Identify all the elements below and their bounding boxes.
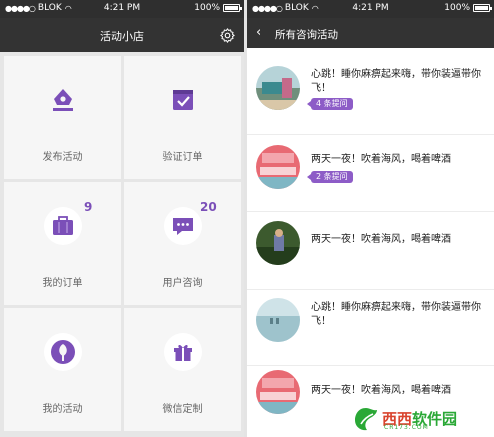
gift-icon	[173, 344, 192, 361]
battery-percent: 100%	[194, 3, 220, 13]
consult-count-badge: 20	[200, 200, 217, 214]
tile-publish-activity[interactable]: 发布活动	[4, 56, 121, 179]
leaf-logo-icon	[355, 407, 377, 430]
avatar	[256, 370, 300, 414]
list-item[interactable]: 两天一夜！吹着海风，喝着啤酒	[247, 215, 494, 291]
consult-list: 心跳！睡你麻痹起来嗨，带你装逼带你飞！ 4 条提问 两天一夜！吹着海风，喝着啤酒…	[247, 48, 494, 437]
verify-order-icon	[172, 90, 193, 110]
message-text: 心跳！睡你麻痹起来嗨，带你装逼带你飞！	[311, 302, 481, 327]
watermark-url: CR173.COM	[384, 424, 429, 431]
menu-grid: 发布活动 验证订单 9 我的订单 20 用户咨询 我的活动 微信定制	[0, 52, 244, 437]
list-item[interactable]: 心跳！睡你麻痹起来嗨，带你装逼带你飞！ 4 条提问	[247, 58, 494, 134]
divider	[247, 365, 494, 366]
orders-count-badge: 9	[84, 200, 93, 214]
publish-icon	[52, 89, 73, 111]
nav-bar: ‹ 所有咨询活动	[247, 18, 494, 48]
message-text: 心跳！睡你麻痹起来嗨，带你装逼带你飞！	[311, 69, 481, 94]
avatar	[256, 66, 300, 110]
tile-verify-order[interactable]: 验证订单	[124, 56, 241, 179]
tile-label: 微信定制	[162, 404, 203, 415]
store-screen: ●●●●○ BLOK ◠ 4:21 PM 100% 活动小店 发布活动 验证订单…	[0, 0, 244, 437]
status-bar: ●●●●○ BLOK ◠ 4:21 PM 100%	[0, 0, 244, 18]
tile-my-activities[interactable]: 我的活动	[4, 308, 121, 431]
page-title: 活动小店	[100, 30, 144, 43]
tile-label: 用户咨询	[162, 278, 203, 289]
message-text: 两天一夜！吹着海风，喝着啤酒	[311, 385, 451, 396]
tile-user-consult[interactable]: 20 用户咨询	[124, 182, 241, 305]
message-text: 两天一夜！吹着海风，喝着啤酒	[311, 234, 451, 245]
tile-label: 发布活动	[42, 152, 83, 163]
avatar	[256, 145, 300, 189]
tile-wechat-custom[interactable]: 微信定制	[124, 308, 241, 431]
briefcase-icon	[52, 216, 73, 235]
site-watermark: 西西软件园 CR173.COM	[352, 400, 494, 437]
list-item[interactable]: 两天一夜！吹着海风，喝着啤酒 2 条提问	[247, 137, 494, 213]
battery-percent: 100%	[444, 3, 470, 13]
list-item[interactable]: 心跳！睡你麻痹起来嗨，带你装逼带你飞！	[247, 292, 494, 368]
question-count-badge: 2 条提问	[307, 171, 353, 183]
battery-icon	[223, 4, 242, 12]
message-text: 两天一夜！吹着海风，喝着啤酒	[311, 154, 451, 165]
nav-bar: 活动小店	[0, 18, 244, 52]
consult-screen: ●●●●○ BLOK ◠ 4:21 PM 100% ‹ 所有咨询活动 心跳！睡你…	[247, 0, 494, 437]
tile-label: 我的活动	[42, 404, 83, 415]
page-title: 所有咨询活动	[275, 29, 338, 41]
question-count-badge: 4 条提问	[307, 98, 353, 110]
battery-icon	[473, 4, 492, 12]
tile-my-orders[interactable]: 9 我的订单	[4, 182, 121, 305]
back-chevron-icon[interactable]: ‹	[256, 26, 261, 39]
divider	[247, 134, 494, 135]
divider	[247, 289, 494, 290]
tree-icon	[50, 340, 75, 364]
tile-label: 我的订单	[42, 278, 83, 289]
gear-icon[interactable]	[219, 27, 236, 44]
avatar	[256, 221, 300, 265]
tile-label: 验证订单	[162, 152, 203, 163]
avatar	[256, 298, 300, 342]
chat-icon	[172, 218, 193, 235]
status-bar: ●●●●○ BLOK ◠ 4:21 PM 100%	[247, 0, 494, 18]
divider	[247, 211, 494, 212]
